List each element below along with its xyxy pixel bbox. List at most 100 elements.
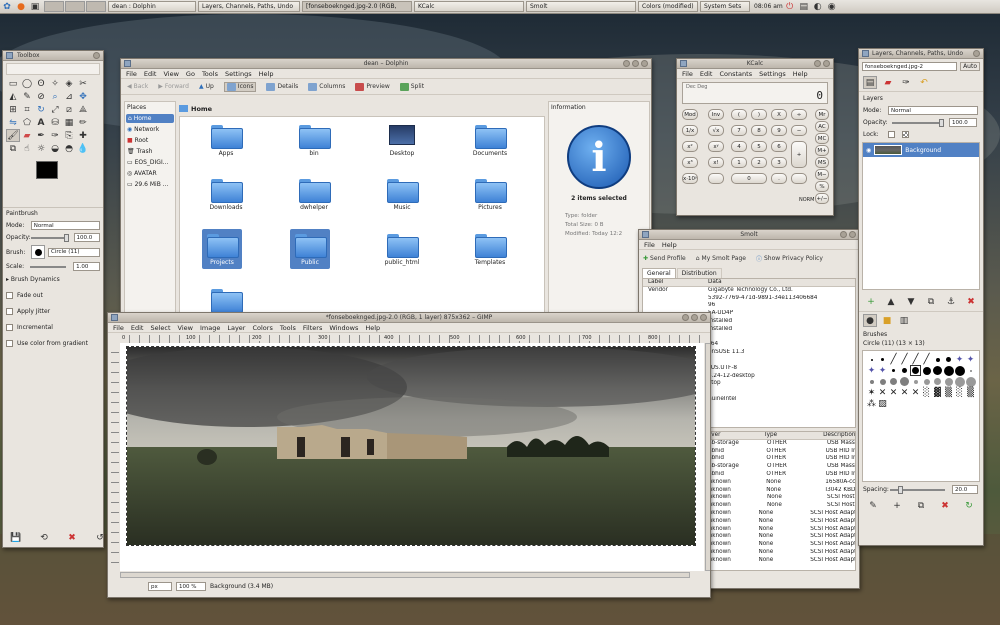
- brush-item[interactable]: ✦: [954, 354, 965, 365]
- brush-item[interactable]: ✦: [877, 365, 888, 376]
- brush-item[interactable]: ✦: [866, 365, 877, 376]
- bucket-fill-icon[interactable]: ⛁: [48, 116, 62, 129]
- foreground-color[interactable]: [36, 161, 58, 179]
- place-eos[interactable]: ▭ EOS_DIGI...: [125, 157, 175, 168]
- brush-item[interactable]: [954, 365, 965, 376]
- paths-icon[interactable]: ✎: [20, 90, 34, 103]
- incremental-option[interactable]: Incremental: [6, 324, 100, 331]
- layer-opacity-field[interactable]: 100.0: [949, 118, 977, 127]
- key-open-paren[interactable]: (: [731, 109, 747, 120]
- refresh-brush-icon[interactable]: ↻: [962, 499, 976, 512]
- brush-item[interactable]: [888, 365, 899, 376]
- apply-jitter-option[interactable]: Apply Jitter: [6, 308, 100, 315]
- key-ms[interactable]: MS: [815, 157, 829, 168]
- opacity-field[interactable]: 100.0: [73, 233, 100, 242]
- key-ac[interactable]: AC: [815, 121, 829, 132]
- details-view-button[interactable]: Details: [266, 82, 298, 91]
- layers-tab-icon[interactable]: ▤: [863, 76, 877, 89]
- opacity-slider[interactable]: [31, 233, 69, 242]
- horizontal-ruler[interactable]: 0 100 200 300 400 500 600 700 800: [120, 335, 706, 343]
- volume-icon[interactable]: ◐: [811, 0, 825, 13]
- key-mc[interactable]: MC: [815, 133, 829, 144]
- brush-item[interactable]: [877, 376, 888, 387]
- power-icon[interactable]: ⏻: [783, 0, 797, 13]
- kcalc-menu-edit[interactable]: Edit: [700, 70, 713, 78]
- mode-select[interactable]: Normal: [30, 221, 100, 230]
- place-root[interactable]: ■ Root: [125, 135, 175, 146]
- up-button[interactable]: ▲ Up: [199, 83, 214, 90]
- brush-item[interactable]: [932, 376, 943, 387]
- brush-preview[interactable]: [31, 245, 45, 259]
- edit-brush-icon[interactable]: ✎: [866, 499, 880, 512]
- restore-options-icon[interactable]: ⟲: [37, 531, 51, 544]
- ink-icon[interactable]: ✑: [48, 129, 62, 142]
- gimp-menu-filters[interactable]: Filters: [303, 324, 322, 332]
- privacy-policy-button[interactable]: ⓘ Show Privacy Policy: [756, 254, 823, 263]
- new-layer-icon[interactable]: +: [864, 295, 878, 308]
- blend-icon[interactable]: ▦: [62, 116, 76, 129]
- gimp-menu-help[interactable]: Help: [365, 324, 380, 332]
- terminal-icon[interactable]: ▣: [28, 0, 42, 13]
- brush-item[interactable]: [921, 376, 932, 387]
- gradient-checkbox[interactable]: [6, 340, 13, 347]
- key-sqrt[interactable]: √x: [708, 125, 724, 136]
- columns-view-button[interactable]: Columns: [308, 82, 345, 91]
- file-templates[interactable]: Templates: [460, 232, 520, 266]
- menu-file[interactable]: File: [126, 70, 137, 78]
- move-icon[interactable]: ✥: [76, 90, 90, 103]
- vertical-scrollbar[interactable]: [705, 343, 710, 571]
- unit-select[interactable]: px: [148, 582, 172, 591]
- perspective-icon[interactable]: ⟁: [76, 103, 90, 116]
- kcalc-menu-help[interactable]: Help: [793, 70, 808, 78]
- gimp-menu-view[interactable]: View: [178, 324, 193, 332]
- key-4[interactable]: 4: [731, 141, 747, 152]
- raise-layer-icon[interactable]: ▲: [884, 295, 898, 308]
- file-bin[interactable]: bin: [284, 123, 344, 157]
- text-icon[interactable]: A: [34, 116, 48, 129]
- forward-button[interactable]: ▶ Forward: [158, 83, 189, 90]
- key-multiply[interactable]: X: [771, 109, 787, 120]
- gradients-tab-icon[interactable]: ▥: [897, 314, 911, 327]
- anchor-icon[interactable]: ⚓: [944, 295, 958, 308]
- brush-item[interactable]: [866, 376, 877, 387]
- paintbrush-icon[interactable]: 🖌: [6, 129, 20, 142]
- duplicate-layer-icon[interactable]: ⧉: [924, 295, 938, 308]
- brush-item[interactable]: [965, 376, 976, 387]
- image-select[interactable]: fonseboeknged.jpg-2: [862, 62, 958, 71]
- brush-item[interactable]: ✕: [888, 387, 899, 398]
- scale-slider[interactable]: [29, 265, 67, 268]
- key-2[interactable]: 2: [751, 157, 767, 168]
- brush-item[interactable]: ▒: [943, 387, 954, 398]
- brush-item[interactable]: ✕: [899, 387, 910, 398]
- gimp-menu-tools[interactable]: Tools: [280, 324, 296, 332]
- file-pictures[interactable]: Pictures: [460, 177, 520, 211]
- gimp-menu-select[interactable]: Select: [150, 324, 170, 332]
- task-smolt[interactable]: Smolt: [526, 1, 636, 12]
- kcalc-menu-file[interactable]: File: [682, 70, 693, 78]
- place-trash[interactable]: 🗑 Trash: [125, 146, 175, 157]
- image-canvas[interactable]: [126, 346, 696, 546]
- layer-row-background[interactable]: ◉ Background: [863, 143, 979, 157]
- key-plus[interactable]: +: [791, 141, 807, 168]
- ellipse-select-icon[interactable]: ◯: [20, 77, 34, 90]
- brush-item[interactable]: ░: [921, 387, 932, 398]
- key-9[interactable]: 9: [771, 125, 787, 136]
- paths-tab-icon[interactable]: ✑: [899, 76, 913, 89]
- key-power[interactable]: xʸ: [708, 141, 724, 152]
- gimp-menu-image[interactable]: Image: [200, 324, 220, 332]
- gradient-option[interactable]: Use color from gradient: [6, 340, 100, 347]
- brush-item[interactable]: ░: [954, 387, 965, 398]
- key-5[interactable]: 5: [751, 141, 767, 152]
- duplicate-brush-icon[interactable]: ⧉: [914, 499, 928, 512]
- key-6[interactable]: 6: [771, 141, 787, 152]
- kcalc-titlebar[interactable]: KCalc: [677, 59, 833, 69]
- brush-item[interactable]: [888, 376, 899, 387]
- clock[interactable]: 08:06 am: [754, 3, 783, 10]
- key-3[interactable]: 3: [771, 157, 787, 168]
- task-layers[interactable]: Layers, Channels, Paths, Undo: [198, 1, 300, 12]
- table-row[interactable]: Vendor Gigabyte Technology Co., Ltd.: [643, 287, 855, 295]
- brush-item[interactable]: [877, 354, 888, 365]
- key-mminus[interactable]: M−: [815, 169, 829, 180]
- menu-edit[interactable]: Edit: [144, 70, 157, 78]
- shear-icon[interactable]: ⧄: [62, 103, 76, 116]
